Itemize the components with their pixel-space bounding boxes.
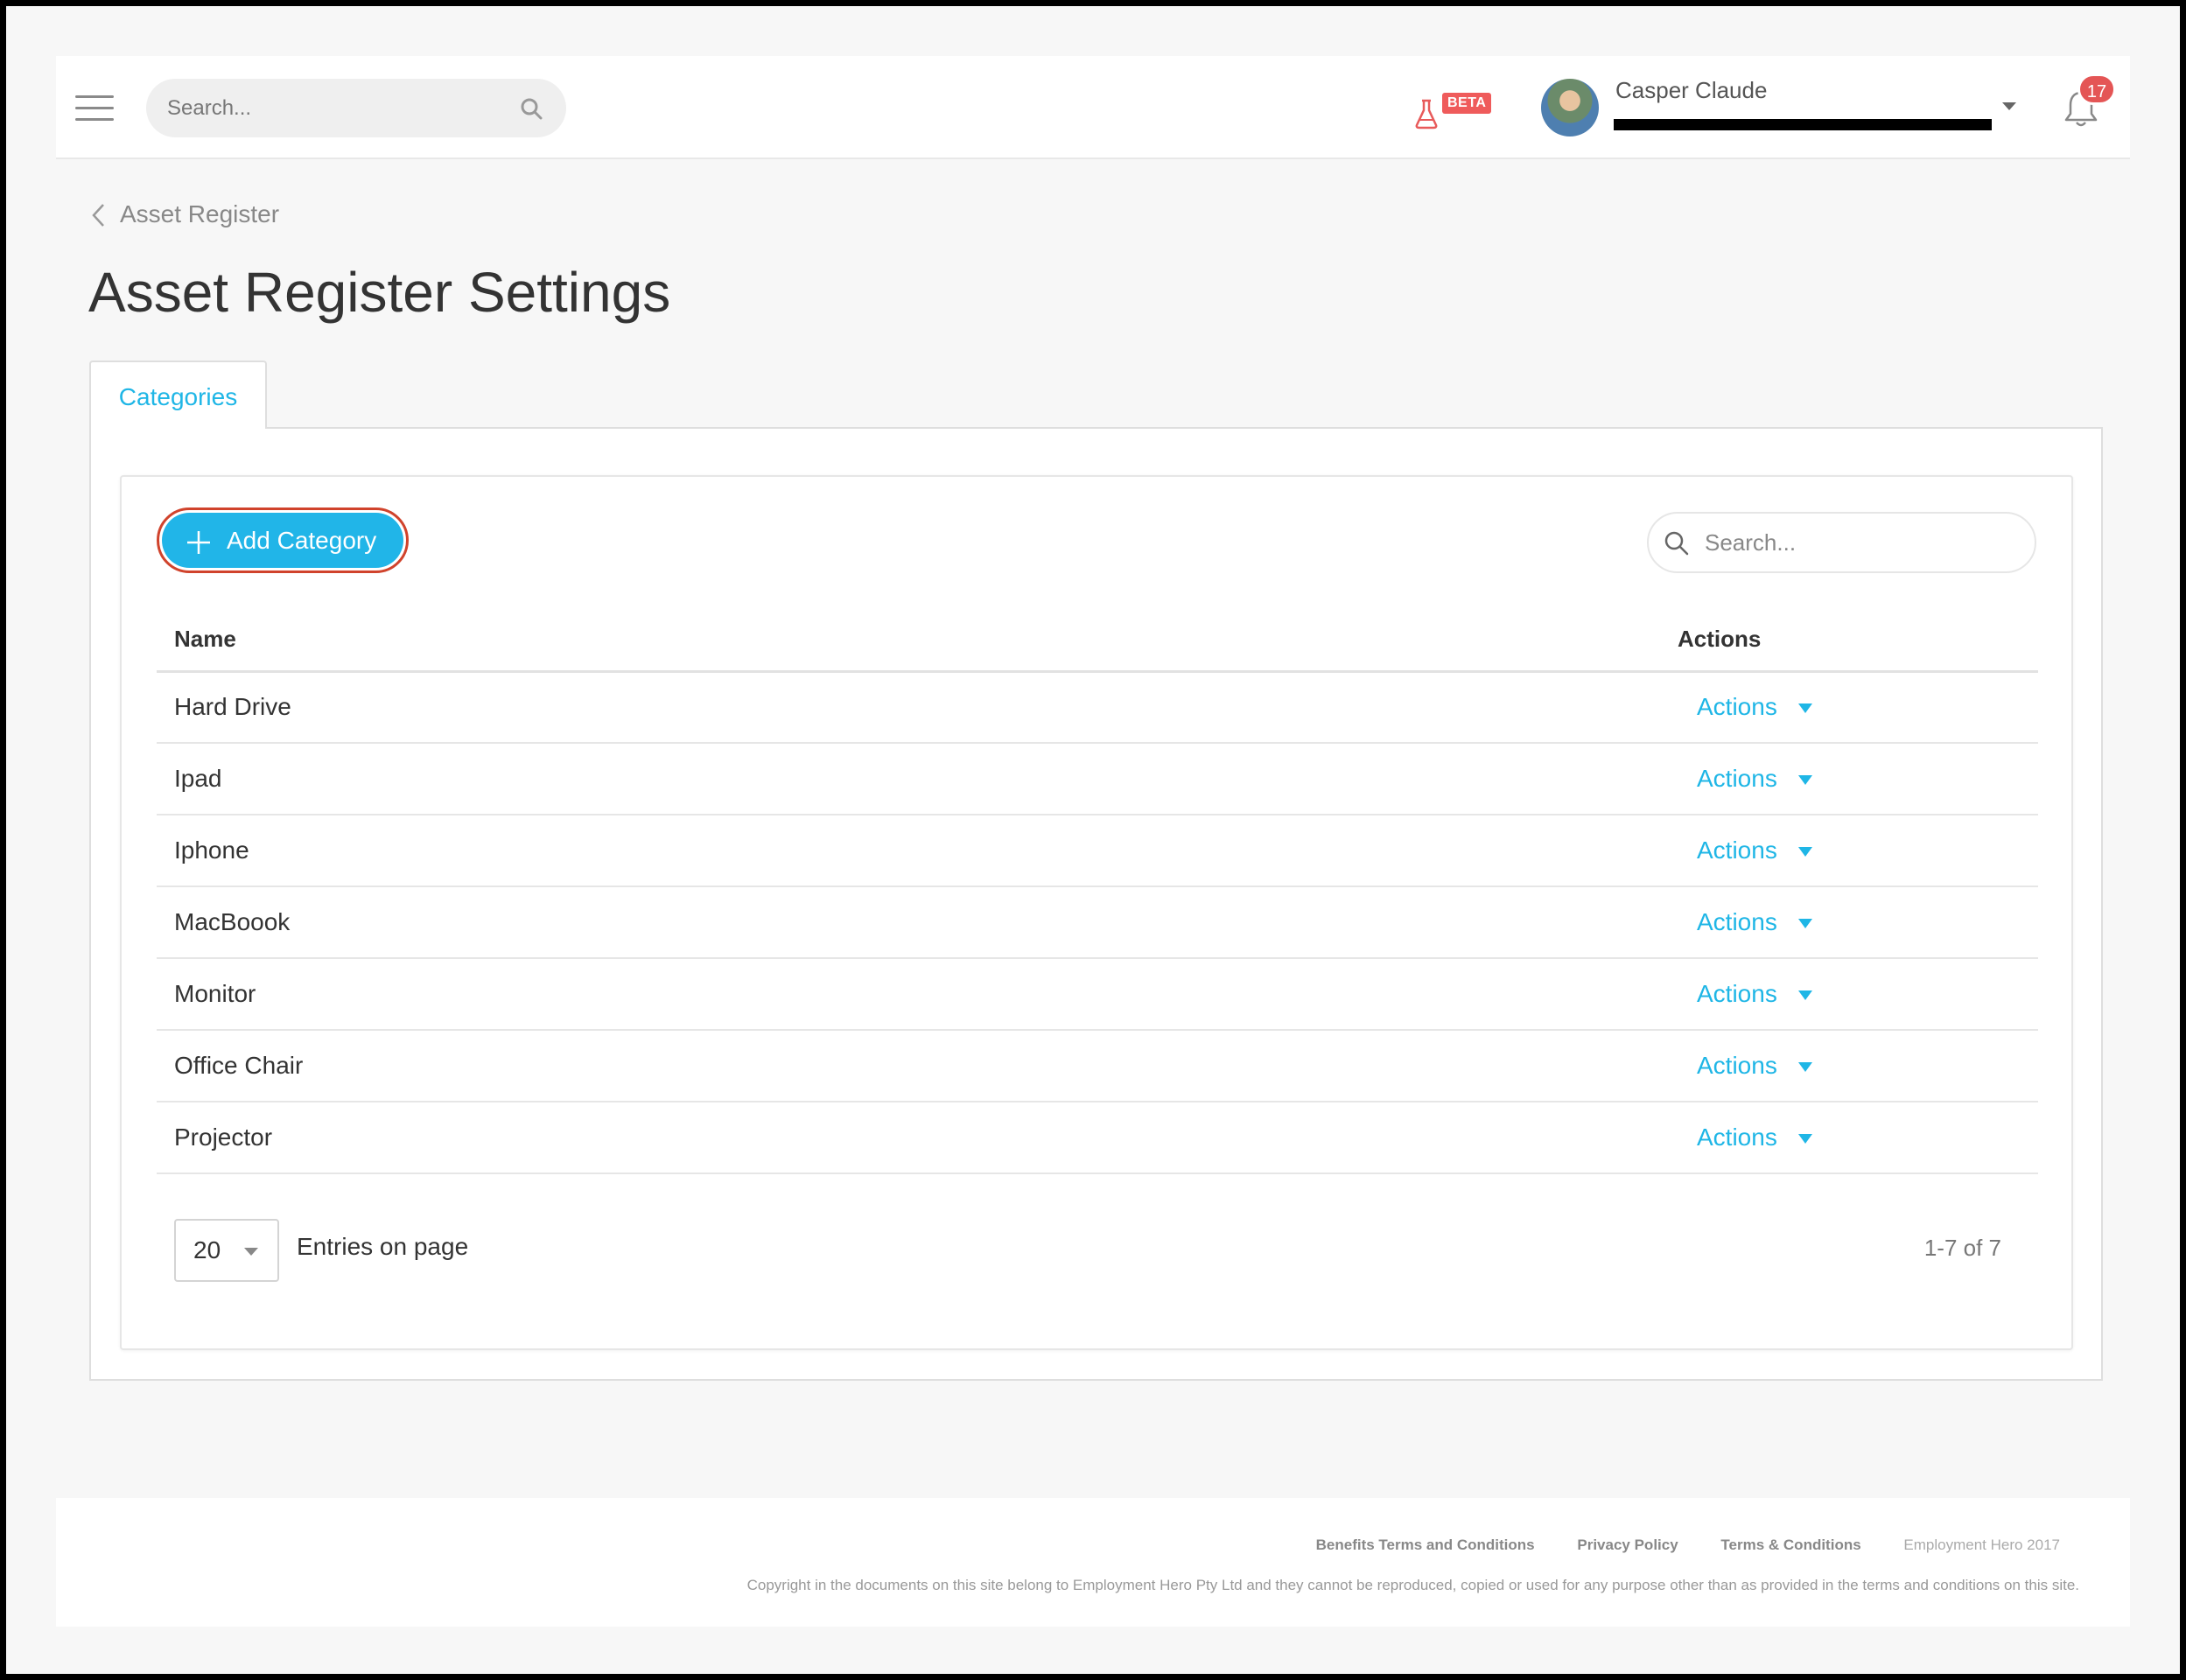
- actions-dropdown[interactable]: Actions: [1688, 693, 1812, 721]
- user-name[interactable]: Casper Claude: [1615, 77, 1767, 104]
- footer-copyright: Copyright in the documents on this site …: [746, 1577, 2079, 1593]
- redacted-user-subtitle: [1614, 119, 1992, 130]
- table-row: Iphone Actions: [157, 815, 2038, 887]
- actions-dropdown[interactable]: Actions: [1688, 765, 1812, 793]
- caret-down-icon: [244, 1248, 258, 1256]
- actions-dropdown[interactable]: Actions: [1688, 980, 1812, 1008]
- notification-count-badge: 17: [2077, 74, 2116, 105]
- hamburger-menu-icon[interactable]: [75, 95, 114, 122]
- top-navigation-bar: BETA Casper Claude 17: [56, 56, 2130, 159]
- beta-features-button[interactable]: BETA: [1412, 89, 1500, 133]
- entries-per-page-label: Entries on page: [297, 1233, 469, 1260]
- page-title: Asset Register Settings: [88, 261, 671, 324]
- categories-table: Name Actions Hard Drive Actions Ipad Act…: [157, 608, 2038, 1174]
- actions-dropdown[interactable]: Actions: [1688, 836, 1812, 864]
- footer-links: Benefits Terms and Conditions Privacy Po…: [1278, 1536, 2060, 1554]
- table-row: Projector Actions: [157, 1102, 2038, 1174]
- footer-link-privacy-policy[interactable]: Privacy Policy: [1577, 1536, 1678, 1553]
- caret-down-icon: [1797, 704, 1812, 714]
- column-header-actions: Actions: [1678, 608, 2038, 673]
- entries-per-page-value: 20: [193, 1236, 221, 1264]
- actions-label: Actions: [1697, 765, 1777, 792]
- footer-year: Employment Hero 2017: [1903, 1536, 2060, 1553]
- caret-down-icon: [1797, 990, 1812, 1001]
- search-icon: [1664, 531, 1689, 556]
- category-search: [1647, 512, 2036, 573]
- actions-dropdown[interactable]: Actions: [1688, 1052, 1812, 1080]
- caret-down-icon: [1797, 1134, 1812, 1144]
- category-name: Monitor: [157, 958, 1688, 1031]
- category-name: Projector: [157, 1102, 1688, 1174]
- categories-card: Add Category Name Actions: [120, 475, 2073, 1350]
- footer: Benefits Terms and Conditions Privacy Po…: [56, 1498, 2130, 1627]
- tab-panel: Add Category Name Actions: [89, 427, 2103, 1381]
- table-row: Ipad Actions: [157, 743, 2038, 816]
- beta-badge: BETA: [1442, 93, 1492, 114]
- plus-icon: [187, 531, 210, 554]
- entries-per-page-select[interactable]: 20: [174, 1219, 279, 1282]
- add-category-label: Add Category: [227, 527, 377, 554]
- actions-label: Actions: [1697, 980, 1777, 1007]
- user-avatar[interactable]: [1541, 79, 1599, 136]
- category-name: Iphone: [157, 815, 1688, 887]
- category-name: MacBoook: [157, 886, 1688, 959]
- actions-label: Actions: [1697, 693, 1777, 721]
- caret-down-icon: [1797, 775, 1812, 786]
- user-menu-caret-icon[interactable]: [2002, 102, 2016, 110]
- actions-label: Actions: [1697, 1124, 1777, 1151]
- column-header-name: Name: [157, 608, 1688, 673]
- caret-down-icon: [1797, 847, 1812, 858]
- tab-categories[interactable]: Categories: [89, 360, 267, 429]
- breadcrumb-link[interactable]: Asset Register: [120, 200, 279, 228]
- column-header-actions-label: Actions: [1678, 625, 1762, 652]
- category-name: Hard Drive: [157, 671, 1688, 744]
- table-header-row: Name Actions: [157, 608, 2038, 673]
- caret-down-icon: [1797, 919, 1812, 929]
- add-category-button-fill[interactable]: Add Category: [162, 513, 403, 568]
- footer-link-terms-conditions[interactable]: Terms & Conditions: [1720, 1536, 1860, 1553]
- actions-label: Actions: [1697, 836, 1777, 864]
- footer-link-benefits-terms[interactable]: Benefits Terms and Conditions: [1316, 1536, 1535, 1553]
- add-category-button[interactable]: Add Category: [157, 508, 409, 573]
- category-search-input[interactable]: [1705, 514, 2020, 571]
- caret-down-icon: [1797, 1062, 1812, 1073]
- flask-icon: [1415, 99, 1438, 130]
- category-name: Ipad: [157, 743, 1688, 816]
- global-search: [146, 79, 566, 137]
- global-search-input[interactable]: [167, 79, 500, 137]
- actions-dropdown[interactable]: Actions: [1688, 1124, 1812, 1152]
- actions-label: Actions: [1697, 908, 1777, 935]
- table-row: Hard Drive Actions: [157, 671, 2038, 744]
- chevron-left-icon: [92, 204, 104, 227]
- search-icon[interactable]: [519, 96, 543, 121]
- category-name: Office Chair: [157, 1030, 1688, 1102]
- table-row: Monitor Actions: [157, 958, 2038, 1031]
- pagination-range: 1-7 of 7: [1923, 1235, 2001, 1261]
- actions-dropdown[interactable]: Actions: [1688, 908, 1812, 936]
- app-frame: BETA Casper Claude 17 Asset Register Ass…: [6, 6, 2180, 1674]
- table-row: Office Chair Actions: [157, 1030, 2038, 1102]
- actions-label: Actions: [1697, 1052, 1777, 1079]
- table-row: MacBoook Actions: [157, 886, 2038, 959]
